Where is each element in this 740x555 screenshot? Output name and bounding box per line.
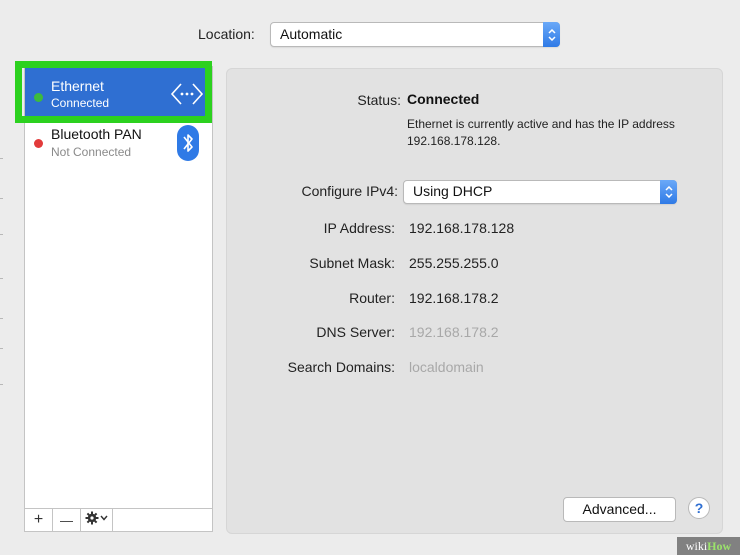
add-service-button[interactable]: +	[25, 509, 53, 531]
help-button[interactable]: ?	[688, 497, 710, 519]
configure-ipv4-value: Using DHCP	[413, 183, 493, 199]
actions-menu-button[interactable]	[81, 509, 113, 531]
gear-icon	[85, 511, 109, 530]
service-status: Not Connected	[51, 145, 132, 159]
remove-service-button[interactable]: —	[53, 509, 81, 531]
search-domains-label: Search Domains:	[287, 359, 395, 375]
status-value: Connected	[407, 91, 480, 107]
subnet-mask-label: Subnet Mask:	[309, 255, 395, 271]
service-item-ethernet[interactable]: Ethernet Connected	[25, 68, 212, 120]
service-name: Ethernet	[51, 78, 104, 94]
wikihow-watermark: wikiHow	[677, 537, 740, 555]
location-label: Location:	[198, 26, 255, 42]
configure-ipv4-label: Configure IPv4:	[301, 183, 399, 199]
ethernet-arrows-icon	[169, 80, 205, 113]
dns-server-value: 192.168.178.2	[409, 324, 499, 340]
dns-server-label: DNS Server:	[316, 324, 395, 340]
subnet-mask-value: 255.255.255.0	[409, 255, 499, 271]
bluetooth-icon	[177, 125, 199, 166]
status-description: Ethernet is currently active and has the…	[407, 117, 675, 148]
search-domains-value: localdomain	[409, 359, 484, 375]
service-item-bluetooth-pan[interactable]: Bluetooth PAN Not Connected	[25, 120, 212, 172]
location-value: Automatic	[280, 26, 343, 42]
popup-stepper-icon	[543, 22, 560, 47]
location-popup[interactable]: Automatic	[270, 22, 560, 47]
service-toolbar: + —	[24, 508, 213, 532]
status-label: Status:	[357, 92, 401, 108]
watermark-prefix: wiki	[685, 539, 708, 553]
service-status: Connected	[51, 96, 110, 110]
watermark-suffix: How	[707, 539, 732, 553]
advanced-button[interactable]: Advanced...	[563, 497, 676, 522]
service-list: Ethernet Connected Bluetooth PAN Not Con…	[24, 66, 213, 509]
background-window-edge	[0, 0, 3, 555]
service-name: Bluetooth PAN	[51, 126, 142, 142]
ip-address-label: IP Address:	[323, 220, 395, 236]
popup-stepper-icon	[660, 180, 677, 204]
status-dot	[34, 93, 43, 102]
router-value: 192.168.178.2	[409, 290, 499, 306]
configure-ipv4-popup[interactable]: Using DHCP	[403, 180, 677, 204]
ip-address-value: 192.168.178.128	[409, 220, 515, 236]
router-label: Router:	[349, 290, 395, 306]
status-dot	[34, 139, 43, 148]
